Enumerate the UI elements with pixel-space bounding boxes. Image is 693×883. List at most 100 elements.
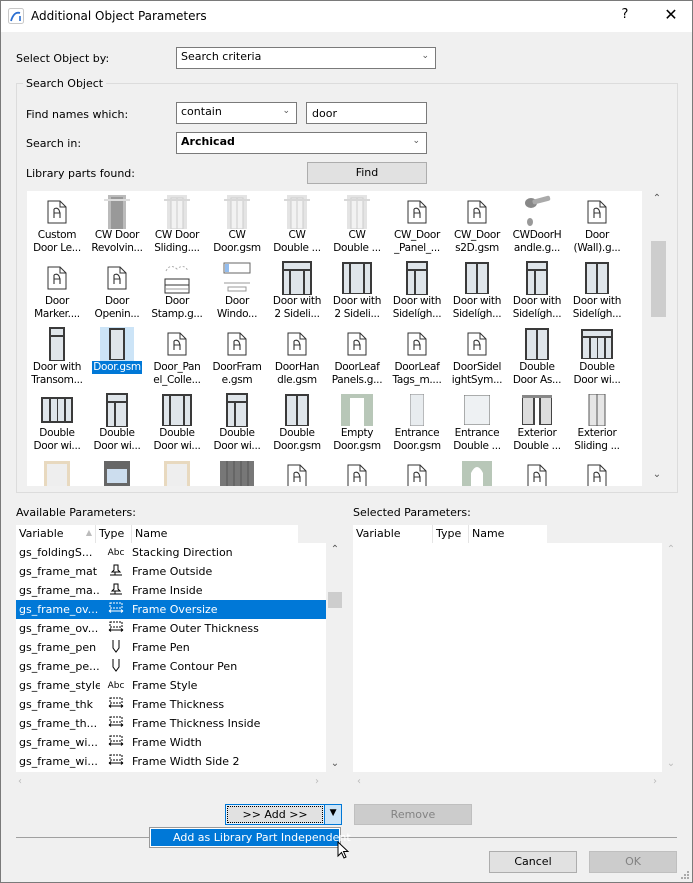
library-part-item[interactable]: Entrance Double ... (447, 389, 507, 455)
library-part-item[interactable]: Exterior Double ... (507, 389, 567, 455)
selected-parameters-scrollbar[interactable]: ⌃ ⌄ (663, 543, 679, 772)
library-part-item[interactable]: Door (Wall).g... (567, 191, 627, 257)
library-part-item[interactable] (87, 455, 147, 486)
library-part-item[interactable]: CW Door.gsm (207, 191, 267, 257)
close-button[interactable]: ✕ (657, 5, 685, 27)
library-part-item[interactable]: Double Door wi... (207, 389, 267, 455)
library-part-item[interactable]: Door.gsm (87, 323, 147, 389)
library-part-item[interactable]: Door with 2 Sideli... (267, 257, 327, 323)
library-part-item[interactable]: CW Door Sliding.... (147, 191, 207, 257)
scroll-down-icon[interactable]: ⌄ (327, 758, 343, 769)
library-part-item[interactable]: Double Door wi... (27, 389, 87, 455)
scroll-down-icon[interactable]: ⌄ (649, 469, 665, 480)
match-mode-dropdown[interactable]: contain ⌄ (176, 102, 297, 124)
library-part-item[interactable]: Door with Transom... (27, 323, 87, 389)
parameter-row[interactable]: gs_frame_ov... Frame Outer Thickness (16, 619, 326, 638)
library-part-item[interactable]: Double Door wi... (567, 323, 627, 389)
library-part-item[interactable]: Empty Door.gsm (327, 389, 387, 455)
parameter-row[interactable]: gs_frame_ov... Frame Oversize (16, 600, 326, 619)
parameters-scroll-thumb[interactable] (328, 592, 342, 608)
scroll-up-icon[interactable]: ⌃ (327, 544, 343, 555)
library-part-item[interactable]: DoorSidel ightSym... (447, 323, 507, 389)
library-part-item[interactable] (327, 455, 387, 486)
library-part-item[interactable]: Double Door As... (507, 323, 567, 389)
parameter-row[interactable]: gs_frame_wi... Frame Width Side 2 (16, 752, 326, 771)
column-variable[interactable]: Variable (353, 525, 433, 543)
library-part-item[interactable]: Door with Sidelígh... (567, 257, 627, 323)
library-part-item[interactable]: CW Double ... (327, 191, 387, 257)
library-part-item[interactable]: DoorHan dle.gsm (267, 323, 327, 389)
library-part-item[interactable]: Door Stamp.g... (147, 257, 207, 323)
add-dropdown-arrow-icon[interactable]: ▼ (324, 805, 341, 824)
help-button[interactable]: ? (613, 7, 637, 27)
cancel-button[interactable]: Cancel (489, 851, 577, 873)
library-part-item[interactable] (567, 455, 627, 486)
library-part-item[interactable]: Door Windo... (207, 257, 267, 323)
remove-button[interactable]: Remove (354, 804, 472, 825)
select-object-by-dropdown[interactable]: Search criteria ⌄ (176, 47, 436, 69)
library-part-item[interactable]: Double Door wi... (87, 389, 147, 455)
library-part-item[interactable]: DoorLeaf Tags_m.... (387, 323, 447, 389)
column-type[interactable]: Type (433, 525, 469, 543)
library-part-item[interactable] (387, 455, 447, 486)
parameter-row[interactable]: gs_frame_pe... Frame Contour Pen (16, 657, 326, 676)
column-variable[interactable]: Variable ▲ (16, 525, 96, 543)
parameter-row[interactable]: gs_frame_pen Frame Pen (16, 638, 326, 657)
parameter-row[interactable]: gs_frame_mat Frame Outside (16, 562, 326, 581)
library-part-item[interactable] (447, 455, 507, 486)
scroll-down-icon[interactable]: ⌄ (663, 758, 679, 769)
library-part-item[interactable]: Door with Sidelígh... (387, 257, 447, 323)
title-bar[interactable]: Additional Object Parameters ? ✕ (1, 1, 692, 32)
ok-button[interactable]: OK (589, 851, 677, 873)
parameter-row[interactable]: gs_frame_th... Frame Thickness Inside (16, 714, 326, 733)
grid-scroll-thumb[interactable] (651, 241, 666, 317)
library-part-item[interactable]: Door with Sidelígh... (507, 257, 567, 323)
library-part-item[interactable]: Door with 2 Sideli... (327, 257, 387, 323)
search-text-input[interactable] (306, 102, 427, 124)
library-part-item[interactable] (267, 455, 327, 486)
available-parameters-scrollbar[interactable]: ⌃ ⌄ (327, 543, 343, 772)
scroll-left-icon[interactable]: ‹ (18, 776, 22, 787)
library-part-item[interactable]: Door_Pan el_Colle... (147, 323, 207, 389)
selected-parameters-list[interactable] (353, 543, 662, 772)
library-part-item[interactable]: Exterior Sliding ... (567, 389, 627, 455)
library-part-item[interactable]: DoorFram e.gsm (207, 323, 267, 389)
library-part-item[interactable]: Door Marker.... (27, 257, 87, 323)
library-part-item[interactable] (207, 455, 267, 486)
parameter-row[interactable]: gs_frame_wi... Frame Width (16, 733, 326, 752)
parameter-row[interactable]: gs_frame_style Abc Frame Style (16, 676, 326, 695)
search-in-dropdown[interactable]: Archicad ⌄ (176, 132, 427, 154)
find-button[interactable]: Find (307, 162, 427, 184)
library-part-item[interactable]: Double Door.gsm (267, 389, 327, 455)
library-part-item[interactable]: CW Double ... (267, 191, 327, 257)
scroll-left-icon[interactable]: ‹ (357, 776, 361, 787)
library-part-item[interactable]: Custom Door Le... (27, 191, 87, 257)
parameter-row[interactable]: gs_frame_ma... Frame Inside (16, 581, 326, 600)
column-name[interactable]: Name (132, 525, 298, 543)
parameter-row[interactable]: gs_frame_thk Frame Thickness (16, 695, 326, 714)
library-part-item[interactable] (27, 455, 87, 486)
library-part-item[interactable]: CW Door Revolvin... (87, 191, 147, 257)
library-part-item[interactable] (507, 455, 567, 486)
scroll-right-icon[interactable]: › (315, 776, 319, 787)
scroll-up-icon[interactable]: ⌃ (649, 193, 665, 204)
resize-grip-icon[interactable] (679, 869, 689, 879)
add-button[interactable]: >> Add >> (227, 806, 324, 823)
library-part-item[interactable]: DoorLeaf Panels.g... (327, 323, 387, 389)
scroll-up-icon[interactable]: ⌃ (663, 544, 679, 555)
library-part-item[interactable]: Door Openin... (87, 257, 147, 323)
available-parameters-list[interactable]: gs_foldingS... Abc Stacking Direction gs_fr… (16, 543, 326, 772)
library-part-item[interactable]: Double Door wi... (147, 389, 207, 455)
library-part-item[interactable]: CW_Door _Panel_... (387, 191, 447, 257)
column-type[interactable]: Type (96, 525, 132, 543)
library-part-item[interactable]: Entrance Door.gsm (387, 389, 447, 455)
library-part-item[interactable]: CWDoorH andle.g... (507, 191, 567, 257)
column-name[interactable]: Name (469, 525, 547, 543)
library-parts-grid[interactable]: Sliding ...Sliding ...Sliding ...Door Sl… (27, 191, 642, 486)
grid-scrollbar[interactable]: ⌃ ⌄ (646, 191, 668, 486)
library-part-item[interactable]: Door with Sidelígh... (447, 257, 507, 323)
parameter-row[interactable]: gs_foldingS... Abc Stacking Direction (16, 543, 326, 562)
library-part-item[interactable]: CW_Door s2D.gsm (447, 191, 507, 257)
scroll-right-icon[interactable]: › (653, 776, 657, 787)
add-split-button[interactable]: >> Add >> ▼ (225, 804, 342, 825)
